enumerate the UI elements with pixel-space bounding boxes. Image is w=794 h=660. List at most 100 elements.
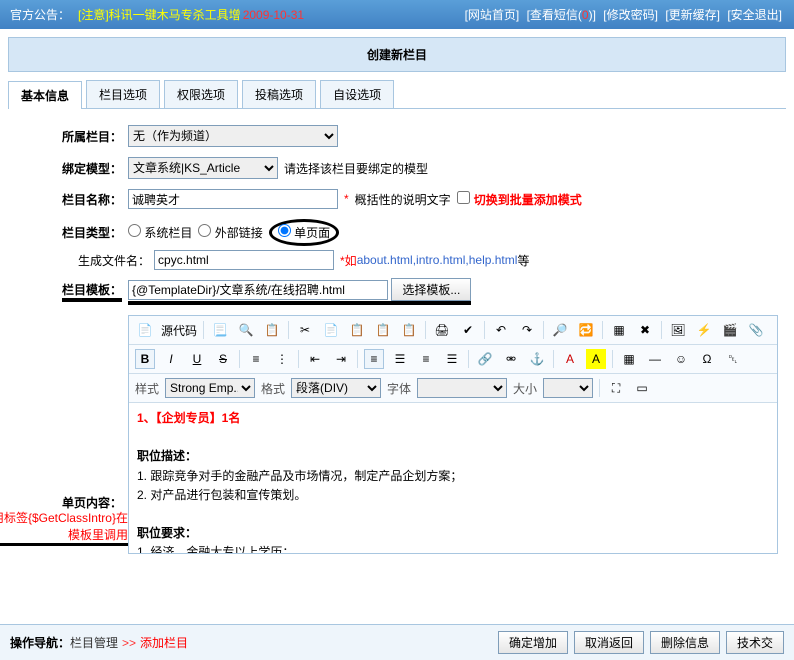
form: 所属栏目： 无（作为频道） 绑定模型： 文章系统|KS_Article 请选择该… [8,125,786,624]
undo-icon[interactable]: ↶ [491,320,511,340]
size-select[interactable] [543,378,593,398]
file-hint-examples: about.html,intro.html,help.html [357,253,518,267]
paste-word-icon[interactable]: 📋 [399,320,419,340]
paste-icon[interactable]: 📋 [347,320,367,340]
replace-icon[interactable]: 🔁 [576,320,596,340]
paste-text-icon[interactable]: 📋 [373,320,393,340]
tabs: 基本信息 栏目选项 权限选项 投稿选项 自设选项 [8,80,786,109]
format-select[interactable]: 段落(DIV) [291,378,381,398]
source-icon[interactable]: 📄 [135,320,155,340]
media-icon[interactable]: 🎬 [720,320,740,340]
tech-button[interactable]: 技术交 [726,631,784,654]
editor-toolbar-1: 📄源代码 📃 🔍 📋 ✂ 📄 📋 📋 📋 🖨 ✔ ↶ ↷ 🔎 🔁 ▦ ✖ � [129,316,777,345]
attach-icon[interactable]: 📎 [746,320,766,340]
strike-icon[interactable]: S [213,349,233,369]
tab-basic[interactable]: 基本信息 [8,81,82,109]
table-icon[interactable]: ▦ [619,349,639,369]
maximize-icon[interactable]: ⛶ [606,378,626,398]
image-icon[interactable]: 🖼 [668,320,688,340]
cancel-button[interactable]: 取消返回 [574,631,644,654]
align-left-icon[interactable]: ≡ [364,349,384,369]
outdent-icon[interactable]: ⇤ [305,349,325,369]
announce-text[interactable]: [注意]科讯一键木马专杀工具增 [78,6,241,23]
align-center-icon[interactable]: ☰ [390,349,410,369]
ul-icon[interactable]: ⋮ [272,349,292,369]
find-icon[interactable]: 🔎 [550,320,570,340]
italic-icon[interactable]: I [161,349,181,369]
submit-button[interactable]: 确定增加 [498,631,568,654]
model-hint: 请选择该栏目要绑定的模型 [284,160,428,177]
tpl-input[interactable] [128,280,388,300]
indent-icon[interactable]: ⇥ [331,349,351,369]
remove-format-icon[interactable]: ✖ [635,320,655,340]
tab-contribute[interactable]: 投稿选项 [242,80,316,108]
tpl-label: 栏目模板： [8,281,128,302]
align-right-icon[interactable]: ≡ [416,349,436,369]
bold-icon[interactable]: B [135,349,155,369]
link-exit[interactable]: [安全退出] [727,8,782,22]
parent-select[interactable]: 无（作为频道） [128,125,338,147]
tpl-annotated: 选择模板... [128,278,471,305]
show-blocks-icon[interactable]: ▭ [632,378,652,398]
type-single-page-annotated: 单页面 [269,219,339,246]
bc-add-column: 添加栏目 [140,634,188,651]
unlink-icon[interactable]: ⚮ [501,349,521,369]
tpl-browse-button[interactable]: 选择模板... [391,278,471,301]
spell-icon[interactable]: ✔ [458,320,478,340]
editor-content[interactable]: 1、【企划专员】1名 职位描述： 1. 跟踪竞争对手的金融产品及市场情况，制定产… [129,403,777,553]
link-password[interactable]: [修改密码] [603,8,658,22]
file-label: 生成文件名： [78,252,150,269]
bg-color-icon[interactable]: A [586,349,606,369]
source-button[interactable]: 源代码 [161,322,197,339]
redo-icon[interactable]: ↷ [517,320,537,340]
flash-icon[interactable]: ⚡ [694,320,714,340]
link-icon[interactable]: 🔗 [475,349,495,369]
template-icon[interactable]: 📋 [262,320,282,340]
file-hint-suf: 等 [517,252,529,269]
model-label: 绑定模型： [8,160,128,177]
model-select[interactable]: 文章系统|KS_Article [128,157,278,179]
print-icon[interactable]: 🖨 [432,320,452,340]
type-external[interactable]: 外部链接 [198,224,262,241]
bc-column-manage[interactable]: 栏目管理 [70,634,118,651]
special-char-icon[interactable]: Ω [697,349,717,369]
type-label: 栏目类型： [8,224,128,241]
page-break-icon[interactable]: ␡ [723,349,743,369]
align-justify-icon[interactable]: ☰ [442,349,462,369]
type-single-page[interactable]: 单页面 [278,224,330,241]
style-select[interactable]: Strong Emp... [165,378,255,398]
page-title: 创建新栏目 [8,37,786,72]
file-input[interactable] [154,250,334,270]
hr-icon[interactable]: — [645,349,665,369]
copy-icon[interactable]: 📄 [321,320,341,340]
file-hint-pre: *如 [340,252,357,269]
tab-permission[interactable]: 权限选项 [164,80,238,108]
underline-icon[interactable]: U [187,349,207,369]
top-bar: 官方公告： [注意]科讯一键木马专杀工具增 2009-10-31 [网站首页] … [0,0,794,29]
smiley-icon[interactable]: ☺ [671,349,691,369]
anchor-icon[interactable]: ⚓ [527,349,547,369]
name-input[interactable] [128,189,338,209]
announce-date: 2009-10-31 [243,8,304,22]
breadcrumb-arrow: >> [122,636,136,650]
tab-custom[interactable]: 自设选项 [320,80,394,108]
link-home[interactable]: [网站首页] [465,8,520,22]
text-color-icon[interactable]: A [560,349,580,369]
batch-mode-toggle[interactable]: 切换到批量添加模式 [457,191,582,208]
content-tag-hint: 使用标签{$GetClassIntro}在模板里调用 [0,509,128,546]
nav-label: 操作导航： [10,634,70,651]
font-select[interactable] [417,378,507,398]
link-cache[interactable]: [更新缓存] [665,8,720,22]
type-system[interactable]: 系统栏目 [128,224,192,241]
delete-button[interactable]: 删除信息 [650,631,720,654]
select-all-icon[interactable]: ▦ [609,320,629,340]
rich-editor: 📄源代码 📃 🔍 📋 ✂ 📄 📋 📋 📋 🖨 ✔ ↶ ↷ 🔎 🔁 ▦ ✖ � [128,315,778,554]
new-icon[interactable]: 📃 [210,320,230,340]
batch-mode-checkbox[interactable] [457,191,470,204]
tab-column-options[interactable]: 栏目选项 [86,80,160,108]
cut-icon[interactable]: ✂ [295,320,315,340]
link-messages[interactable]: [查看短信(0)] [527,8,596,22]
top-links: [网站首页] [查看短信(0)] [修改密码] [更新缓存] [安全退出] [463,6,784,23]
preview-icon[interactable]: 🔍 [236,320,256,340]
ol-icon[interactable]: ≡ [246,349,266,369]
